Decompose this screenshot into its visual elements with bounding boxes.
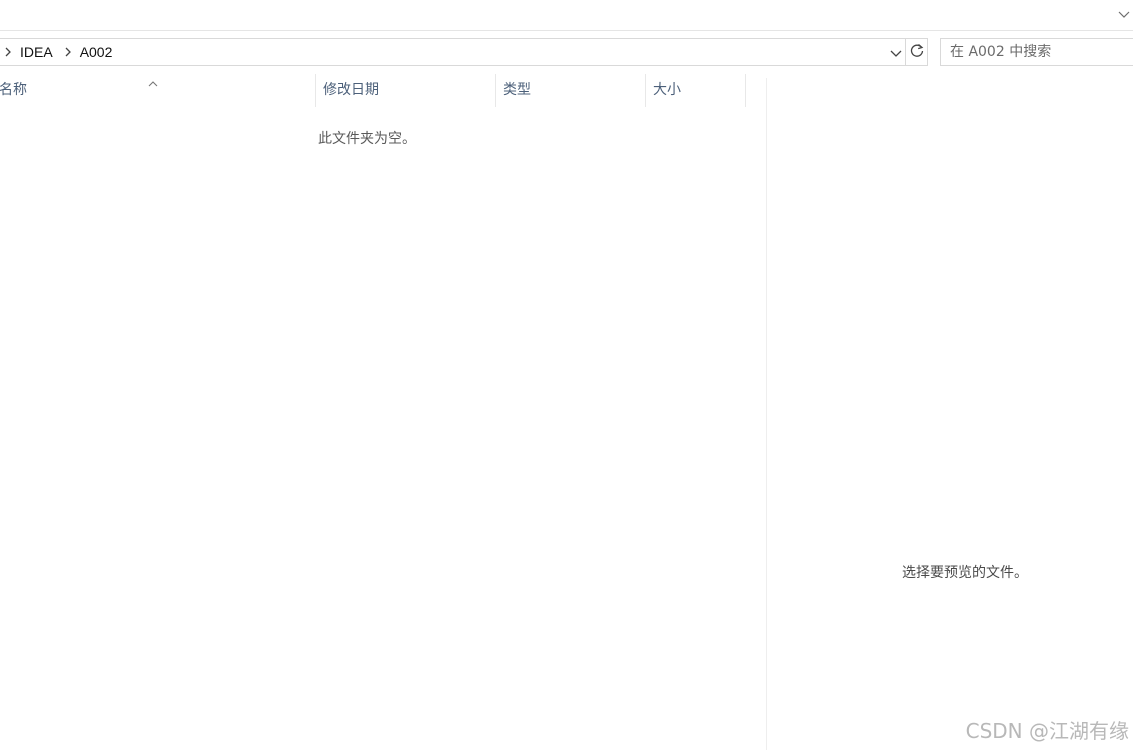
preview-pane: 选择要预览的文件。: [767, 66, 1133, 750]
column-divider[interactable]: [495, 74, 496, 107]
refresh-icon: [909, 42, 925, 62]
navigation-row: IDEA A002: [0, 38, 1133, 66]
preview-placeholder-message: 选择要预览的文件。: [902, 565, 1028, 581]
file-list-pane: 名称 修改日期 类型 大小 此文件夹为空。: [0, 66, 766, 750]
breadcrumb-item-a002[interactable]: A002: [74, 39, 119, 65]
ribbon-strip: [0, 0, 1133, 31]
chevron-down-icon: [1118, 4, 1130, 23]
file-explorer-window: IDEA A002 在 A002 中搜索 名称 修改日期 类型 大小 此文件夹为…: [0, 0, 1133, 750]
chevron-right-icon[interactable]: [2, 38, 14, 66]
address-bar[interactable]: IDEA A002: [0, 38, 906, 66]
column-header-size[interactable]: 大小: [653, 74, 681, 107]
chevron-right-icon[interactable]: [62, 38, 74, 66]
breadcrumb-item-idea[interactable]: IDEA: [14, 39, 59, 65]
search-input[interactable]: [941, 39, 1133, 65]
column-divider[interactable]: [645, 74, 646, 107]
column-header-name[interactable]: 名称: [0, 74, 27, 107]
search-box[interactable]: [940, 38, 1133, 66]
address-history-dropdown[interactable]: [887, 39, 905, 65]
ribbon-expand-button[interactable]: [1117, 6, 1131, 20]
column-header-type[interactable]: 类型: [503, 74, 531, 107]
column-divider[interactable]: [745, 74, 746, 107]
column-header-modified[interactable]: 修改日期: [323, 74, 379, 107]
empty-folder-message: 此文件夹为空。: [318, 131, 416, 147]
refresh-button[interactable]: [906, 38, 928, 66]
watermark: CSDN @江湖有缘: [965, 719, 1129, 743]
column-header-row: 名称 修改日期 类型 大小: [0, 74, 766, 107]
chevron-down-icon: [890, 43, 902, 62]
column-divider[interactable]: [315, 74, 316, 107]
